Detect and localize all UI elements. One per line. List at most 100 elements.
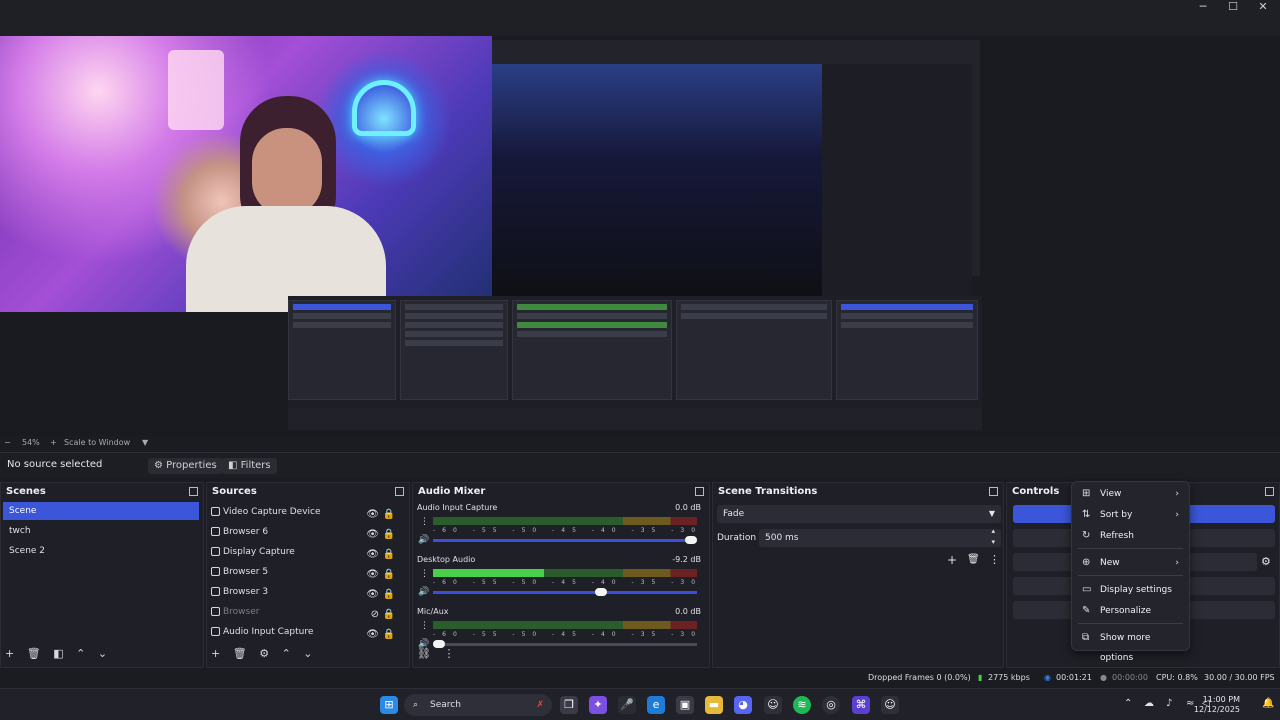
taskbar-clock[interactable]: 11:00 PM 12/12/2025 — [1194, 695, 1240, 715]
trash-icon[interactable]: 🗑 — [27, 647, 41, 660]
chevron-up-icon[interactable]: ⌃ — [282, 647, 291, 660]
taskbar-search[interactable]: ⌕ Search ✗ — [404, 694, 552, 716]
chevron-down-icon[interactable]: ⌄ — [98, 647, 107, 660]
scenes-toolbar: + 🗑 ◧ ⌃ ⌄ — [5, 647, 116, 663]
menu-dots-icon[interactable]: ⋮ — [420, 621, 429, 631]
mic-icon[interactable]: ♪ — [1166, 698, 1172, 709]
globe-icon — [211, 567, 220, 576]
volume-slider[interactable] — [433, 588, 697, 596]
source-item[interactable]: Browser 5 👁 🔒 — [209, 562, 405, 582]
volume-slider[interactable] — [433, 640, 697, 648]
filter-icon[interactable]: ◧ — [53, 647, 63, 660]
source-item[interactable]: Display Capture 👁 🔒 — [209, 542, 405, 562]
menu-item-refresh[interactable]: ↻ Refresh — [1078, 526, 1183, 546]
undock-icon[interactable] — [989, 487, 998, 496]
eye-icon[interactable]: 👁 — [366, 625, 379, 645]
trash-icon[interactable]: 🗑 — [233, 647, 247, 660]
close-button[interactable]: ✕ — [1248, 0, 1278, 14]
chat-app-icon[interactable]: ☺ — [764, 696, 782, 714]
scene-item[interactable]: Scene — [3, 502, 199, 520]
spin-arrows-icon[interactable]: ▴ ▾ — [991, 526, 995, 548]
external-icon: ⧉ — [1082, 632, 1090, 643]
slider-knob[interactable] — [685, 536, 697, 544]
duration-input[interactable]: 500 ms ▴ ▾ — [759, 526, 1001, 548]
undock-icon[interactable] — [395, 487, 404, 496]
discord-icon[interactable]: ◕ — [734, 696, 752, 714]
zoom-out-icon[interactable]: − — [4, 438, 11, 447]
slider-knob[interactable] — [595, 588, 608, 596]
spotify-icon[interactable]: ≋ — [793, 696, 811, 714]
speaker-icon[interactable]: 🔊 — [418, 587, 429, 597]
menu-item-display-settings[interactable]: ▭ Display settings — [1078, 580, 1183, 600]
scene-item[interactable]: Scene 2 — [3, 542, 199, 560]
filters-button[interactable]: ◧ Filters — [222, 458, 277, 474]
nested-transitions-panel — [676, 300, 832, 400]
gear-icon[interactable]: ⚙ — [259, 647, 269, 660]
transition-select[interactable]: Fade ▼ — [717, 505, 1001, 523]
mic-app-icon[interactable]: 🎤 — [618, 696, 636, 714]
neon-headset-sign — [352, 80, 416, 136]
undock-icon[interactable] — [695, 487, 704, 496]
add-icon[interactable]: + — [5, 647, 14, 660]
source-item[interactable]: Audio Input Capture 👁 🔒 — [209, 622, 405, 642]
zoom-in-icon[interactable]: + — [50, 438, 57, 447]
copilot-icon[interactable]: ✦ — [589, 696, 607, 714]
add-icon[interactable]: + — [947, 553, 957, 567]
obs-icon[interactable]: ◎ — [822, 696, 840, 714]
lock-icon[interactable]: 🔒 — [383, 625, 395, 645]
app-icon-2[interactable]: ☺ — [881, 696, 899, 714]
menu-dots-icon[interactable]: ⋮ — [420, 569, 429, 579]
undock-icon[interactable] — [189, 487, 198, 496]
speaker-icon[interactable]: 🔊 — [418, 535, 429, 545]
menu-item-sort-by[interactable]: ⇅ Sort by › — [1078, 505, 1183, 525]
link-icon[interactable]: ⛓ — [417, 647, 431, 660]
scale-dropdown-icon[interactable]: ▼ — [142, 438, 148, 447]
sources-toolbar: + 🗑 ⚙ ⌃ ⌄ — [211, 647, 322, 663]
nested-sources-panel — [400, 300, 508, 400]
store-icon[interactable]: ▣ — [676, 696, 694, 714]
menu-dots-icon[interactable]: ⋮ — [443, 647, 454, 660]
menu-item-view[interactable]: ⊞ View › — [1078, 484, 1183, 504]
source-item[interactable]: Browser 6 👁 🔒 — [209, 522, 405, 542]
chevron-up-icon[interactable]: ⌃ — [76, 647, 85, 660]
menu-item-personalize[interactable]: ✎ Personalize — [1078, 601, 1183, 621]
audio-mixer-dock: Audio Mixer Audio Input Capture 0.0 dB ⋮ -6… — [412, 482, 710, 668]
scene-item[interactable]: twch — [3, 522, 199, 540]
mixer-channel: Desktop Audio -9.2 dB ⋮ -60 -55 -50 -45 -40… — [417, 555, 701, 607]
menu-dots-icon[interactable]: ⋮ — [989, 553, 1000, 566]
minimize-button[interactable]: ─ — [1188, 0, 1218, 14]
cloud-icon[interactable]: ☁ — [1144, 698, 1154, 709]
menu-separator — [1078, 623, 1183, 624]
properties-button[interactable]: ⚙ Properties — [148, 458, 223, 474]
filter-icon: ◧ — [228, 460, 241, 471]
tray-chevron-icon[interactable]: ⌃ — [1124, 698, 1132, 709]
cpu-usage: CPU: 0.8% — [1156, 673, 1198, 682]
menu-item-show-more[interactable]: ⧉ Show more options — [1078, 628, 1183, 663]
preview-canvas[interactable] — [0, 36, 1280, 436]
app-icon[interactable]: ⌘ — [852, 696, 870, 714]
maximize-button[interactable]: ☐ — [1218, 0, 1248, 14]
source-item[interactable]: Browser ⊘ 🔒 — [209, 602, 405, 622]
edge-icon[interactable]: e — [647, 696, 665, 714]
gear-icon[interactable]: ⚙ — [1261, 555, 1271, 568]
windows-taskbar: ⊞ ⌕ Search ✗ ❐ ✦ 🎤 e ▣ ▬ ◕ ☺ ≋ ◎ ⌘ ☺ ⌃ ☁… — [0, 688, 1280, 720]
dropped-frames: Dropped Frames 0 (0.0%) — [868, 673, 971, 682]
scenes-title: Scenes — [6, 486, 46, 497]
folder-icon[interactable]: ▬ — [705, 696, 723, 714]
menu-dots-icon[interactable]: ⋮ — [420, 517, 429, 527]
source-item[interactable]: Browser 3 👁 🔒 — [209, 582, 405, 602]
notification-icon[interactable]: 🔔 — [1262, 698, 1274, 709]
add-icon[interactable]: + — [211, 647, 220, 660]
chevron-down-icon[interactable]: ⌄ — [303, 647, 312, 660]
trash-icon[interactable]: 🗑 — [967, 554, 980, 565]
undock-icon[interactable] — [1265, 487, 1274, 496]
source-label: Browser — [223, 607, 260, 617]
scale-mode[interactable]: Scale to Window — [64, 438, 130, 447]
menu-item-new[interactable]: ⊕ New › — [1078, 553, 1183, 573]
search-highlight-icon: ✗ — [536, 700, 544, 710]
start-icon[interactable]: ⊞ — [380, 696, 398, 714]
source-item[interactable]: Video Capture Device 👁 🔒 — [209, 502, 405, 522]
volume-slider[interactable] — [433, 536, 697, 544]
scene-transitions-dock: Scene Transitions Fade ▼ Duration 500 ms… — [712, 482, 1004, 668]
task-view-icon[interactable]: ❐ — [560, 696, 578, 714]
